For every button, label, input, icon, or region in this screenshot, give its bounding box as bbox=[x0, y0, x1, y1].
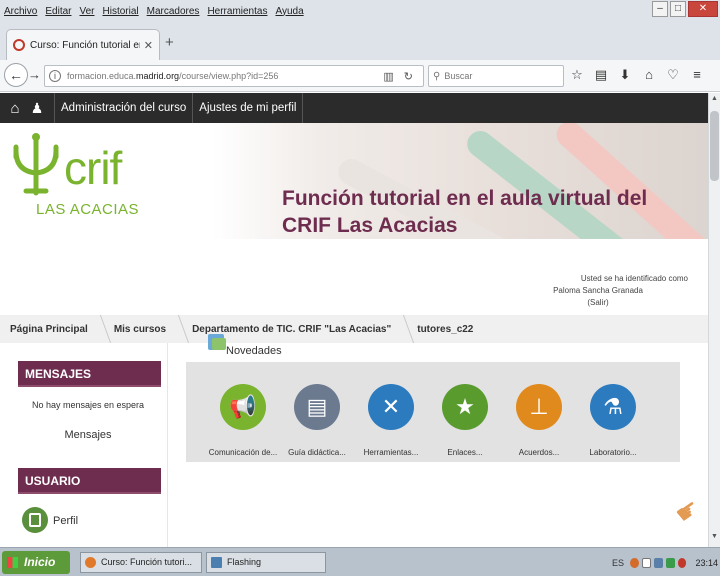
forum-news-icon bbox=[208, 334, 226, 350]
no-messages-text: No hay mensajes en espera bbox=[31, 400, 145, 410]
menu-ayuda[interactable]: Ayuda bbox=[275, 6, 303, 17]
scroll-thumb[interactable] bbox=[710, 111, 719, 181]
notebook-icon[interactable]: ▤ bbox=[294, 384, 340, 430]
reader-view-icon[interactable]: ▥ bbox=[383, 70, 393, 83]
logo-crif-text: crif bbox=[64, 142, 122, 194]
crif-logo[interactable]: crif LAS ACACIAS bbox=[10, 133, 140, 223]
stamp-icon[interactable]: ⊥ bbox=[516, 384, 562, 430]
window-icon bbox=[211, 557, 222, 568]
home-icon[interactable]: ⌂ bbox=[4, 100, 26, 117]
menu-editar[interactable]: Editar bbox=[45, 6, 71, 17]
breadcrumb-home[interactable]: Página Principal bbox=[10, 315, 114, 343]
scroll-up-icon[interactable]: ▲ bbox=[710, 95, 719, 107]
favicon-icon bbox=[13, 39, 25, 51]
back-button[interactable]: ← bbox=[4, 63, 28, 87]
tray-arrow-icon[interactable] bbox=[630, 557, 639, 568]
home-icon[interactable]: ⌂ bbox=[642, 67, 656, 83]
search-bar[interactable]: ⚲ bbox=[428, 65, 564, 87]
close-window-button[interactable]: ✕ bbox=[688, 1, 718, 17]
menu-archivo[interactable]: Archivo bbox=[4, 6, 37, 17]
star-icon[interactable]: ★ bbox=[442, 384, 488, 430]
tray-security-icon[interactable] bbox=[677, 557, 687, 568]
menu-herramientas[interactable]: Herramientas bbox=[207, 6, 267, 17]
logo-acacias-text: LAS ACACIAS bbox=[36, 201, 140, 218]
tab-title: Curso: Función tutorial en el ... bbox=[30, 39, 140, 51]
course-icon-label[interactable]: Guía didáctica... bbox=[282, 448, 352, 457]
left-sidebar: MENSAJES No hay mensajes en espera Mensa… bbox=[0, 343, 168, 547]
minimize-button[interactable]: – bbox=[652, 1, 668, 17]
hamburger-menu-icon[interactable]: ≡ bbox=[690, 67, 704, 83]
site-title: Función tutorial en el aula virtual del … bbox=[282, 187, 648, 237]
forward-button[interactable]: → bbox=[28, 67, 41, 82]
course-icons-panel: 📢 Comunicación de... ▤ Guía didáctica... ✕ He… bbox=[186, 362, 680, 462]
download-icon[interactable]: ⬇ bbox=[618, 67, 632, 83]
maximize-button[interactable]: □ bbox=[670, 1, 686, 17]
trident-logo-icon bbox=[13, 133, 59, 196]
user-block-title: USUARIO bbox=[18, 468, 161, 494]
reload-icon[interactable]: ↻ bbox=[404, 70, 413, 83]
system-tray: ES 23:14 bbox=[612, 552, 718, 573]
login-info: Usted se ha identificado como Paloma San… bbox=[508, 273, 688, 309]
new-tab-icon[interactable]: + bbox=[165, 34, 174, 51]
tab-bar: Curso: Función tutorial en el ... ✕ + bbox=[0, 22, 720, 60]
menu-bar: Archivo Editar Ver Historial Marcadores … bbox=[0, 0, 720, 22]
scroll-down-icon[interactable]: ▼ bbox=[710, 533, 719, 545]
moodle-top-nav: ⌂ ♟ Administración del curso Ajustes de … bbox=[0, 93, 708, 123]
breadcrumb-my-courses[interactable]: Mis cursos bbox=[114, 315, 192, 343]
login-info-label: Usted se ha identificado como bbox=[580, 274, 688, 283]
profile-icon[interactable] bbox=[22, 507, 48, 533]
menu-marcadores[interactable]: Marcadores bbox=[147, 6, 200, 17]
window-controls: – □ ✕ bbox=[652, 1, 718, 17]
megaphone-icon[interactable]: 📢 bbox=[220, 384, 266, 430]
tray-network-icon[interactable] bbox=[653, 557, 663, 568]
clock: 23:14 bbox=[695, 557, 718, 568]
profile-link[interactable]: Perfil bbox=[53, 515, 78, 527]
tray-app-icon[interactable] bbox=[665, 557, 675, 568]
url-bar[interactable]: i formacion.educa.madrid.org/course/view… bbox=[44, 65, 424, 87]
language-indicator[interactable]: ES bbox=[612, 558, 624, 568]
pocket-icon[interactable]: ♡ bbox=[666, 67, 680, 83]
page-scrollbar[interactable]: ▲ ▼ bbox=[708, 93, 720, 547]
taskbar-browser-task[interactable]: Curso: Función tutori... bbox=[80, 552, 202, 573]
course-icon-label[interactable]: Comunicación de... bbox=[208, 448, 278, 457]
breadcrumb: Página Principal Mis cursos Departamento… bbox=[0, 315, 708, 343]
messages-block-title: MENSAJES bbox=[18, 361, 161, 387]
tray-window-icon[interactable] bbox=[641, 557, 651, 568]
tools-icon[interactable]: ✕ bbox=[368, 384, 414, 430]
course-icon-label[interactable]: Acuerdos... bbox=[504, 448, 574, 457]
flask-icon[interactable]: ⚗ bbox=[590, 384, 636, 430]
taskbar-flashing-task[interactable]: Flashing bbox=[206, 552, 326, 573]
navigation-bar: ← → i formacion.educa.madrid.org/course/… bbox=[0, 60, 720, 92]
start-button[interactable]: Inicio bbox=[2, 551, 70, 574]
course-icon-label[interactable]: Enlaces... bbox=[430, 448, 500, 457]
info-icon[interactable]: i bbox=[49, 70, 61, 82]
os-taskbar: Inicio Curso: Función tutori... Flashing… bbox=[0, 547, 720, 576]
course-icon-label[interactable]: Herramientas... bbox=[356, 448, 426, 457]
messages-link[interactable]: Mensajes bbox=[18, 429, 158, 441]
menu-ver[interactable]: Ver bbox=[79, 6, 94, 17]
menu-historial[interactable]: Historial bbox=[103, 6, 139, 17]
web-page: ⌂ ♟ Administración del curso Ajustes de … bbox=[0, 93, 708, 547]
logout-link[interactable]: (Salir) bbox=[508, 297, 688, 309]
search-icon: ⚲ bbox=[433, 70, 441, 82]
course-admin-link[interactable]: Administración del curso bbox=[61, 102, 186, 114]
close-tab-icon[interactable]: ✕ bbox=[144, 39, 153, 52]
news-forum-link[interactable]: Novedades bbox=[226, 345, 282, 357]
course-icon-label[interactable]: Laboratorio... bbox=[578, 448, 648, 457]
toolbar-icons: ☆ ▤ ⬇ ⌂ ♡ ≡ bbox=[570, 67, 704, 83]
profile-settings-link[interactable]: Ajustes de mi perfil bbox=[199, 102, 296, 114]
logged-in-user-link[interactable]: Paloma Sancha Granada bbox=[508, 285, 688, 297]
site-header: crif LAS ACACIAS Función tutorial en el … bbox=[0, 123, 708, 239]
search-input[interactable] bbox=[444, 71, 545, 81]
user-icon[interactable]: ♟ bbox=[26, 100, 48, 117]
breadcrumb-course[interactable]: tutores_c22 bbox=[417, 324, 473, 335]
firefox-icon bbox=[85, 557, 96, 568]
bookmark-star-icon[interactable]: ☆ bbox=[570, 67, 584, 83]
url-text[interactable]: formacion.educa.madrid.org/course/view.p… bbox=[67, 71, 383, 81]
tab-course[interactable]: Curso: Función tutorial en el ... ✕ bbox=[6, 29, 160, 60]
bookmarks-list-icon[interactable]: ▤ bbox=[594, 67, 608, 83]
